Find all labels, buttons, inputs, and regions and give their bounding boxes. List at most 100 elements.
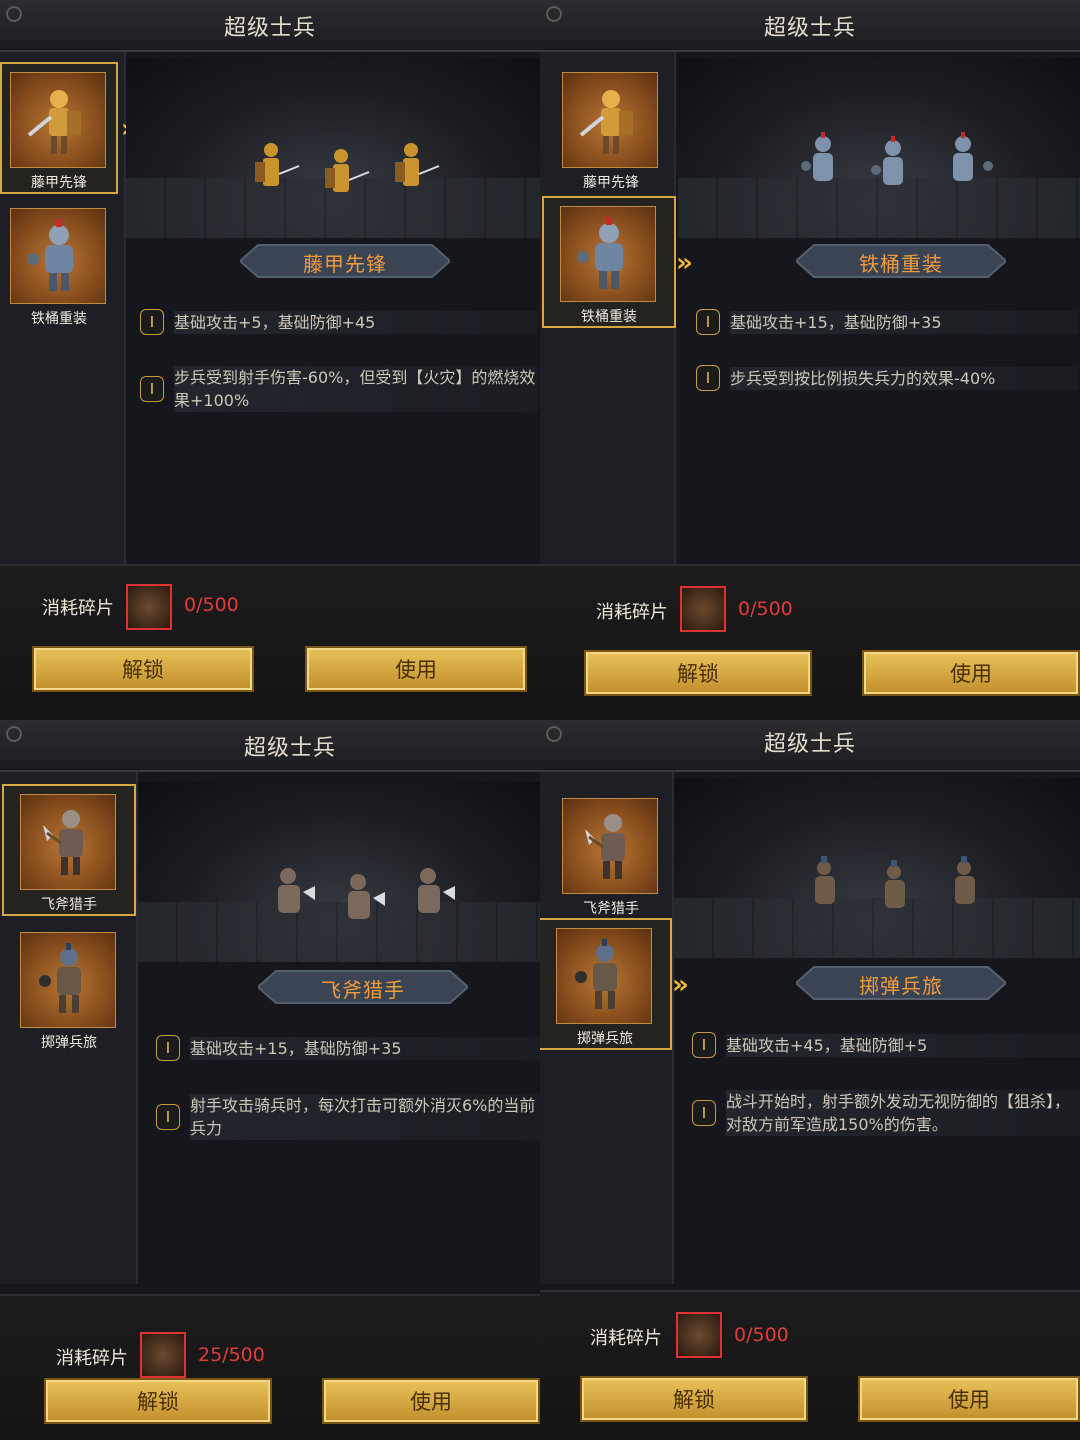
cost-value: 0/500 [734,1324,789,1346]
super-soldier-panel: 超级士兵 飞斧猎手 掷弹兵旅 » 掷弹兵旅 I 基础攻击+45，基础防御+5 I… [540,720,1080,1440]
soldier-formation-image [278,868,455,919]
soldier-formation-image [801,132,993,185]
rattan-armor-vanguard-icon [10,72,106,168]
effect-text: 步兵受到射手伤害-60%，但受到【火灾】的燃烧效果+100% [174,366,538,412]
unit-preview-scene [138,782,540,962]
unlock-bar: 消耗碎片 0/500 解锁 使用 [540,1290,1080,1440]
unit-tile-axe-hunter[interactable]: 飞斧猎手 [554,790,668,918]
effect-text: 基础攻击+15，基础防御+35 [730,311,1078,334]
effect-text: 射手攻击骑兵时，每次打击可额外消灭6%的当前兵力 [190,1094,540,1140]
unlock-bar: 消耗碎片 25/500 解锁 使用 [0,1294,540,1440]
selected-chevron-icon: » [676,248,693,278]
unit-name: 铁桶重装 [859,252,943,276]
unit-label: 掷弹兵旅 [41,1035,97,1051]
effect-row: I 步兵受到按比例损失兵力的效果-40% [696,365,1080,391]
effect-text: 基础攻击+15，基础防御+35 [190,1037,540,1060]
cost-label: 消耗碎片 [56,1348,128,1369]
unit-tile-iron-heavy[interactable]: 铁桶重装 [2,200,116,328]
unit-label: 藤甲先锋 [31,175,87,191]
effect-row: I 基础攻击+15，基础防御+35 [156,1035,540,1061]
unlock-button[interactable]: 解锁 [44,1378,272,1424]
shard-icon [680,586,726,632]
shard-icon [676,1312,722,1358]
soldier-formation-image [255,143,440,192]
cost-value: 25/500 [198,1344,265,1366]
unit-name-banner: 掷弹兵旅 [796,965,1006,1001]
panel-title: 超级士兵 [763,732,856,757]
effect-text: 基础攻击+45，基础防御+5 [726,1034,1080,1057]
effect-row: I 战斗开始时，射手额外发动无视防御的【狙杀】，对敌方前军造成150%的伤害。 [692,1088,1080,1138]
unit-sidebar: 飞斧猎手 掷弹兵旅 [540,772,674,1284]
info-icon: I [140,309,164,335]
panel-title: 超级士兵 [243,736,336,761]
unit-name-banner: 铁桶重装 [796,243,1006,279]
cost-label: 消耗碎片 [596,602,668,623]
unit-label: 铁桶重装 [581,309,637,325]
unit-tile-rattan-vanguard[interactable]: 藤甲先锋 [0,62,118,194]
info-icon: I [156,1035,180,1061]
unit-tile-grenadier[interactable]: 掷弹兵旅 [12,924,126,1052]
effect-row: I 基础攻击+45，基础防御+5 [692,1032,1080,1058]
title-bar: 超级士兵 [0,720,540,772]
unlock-bar: 消耗碎片 0/500 解锁 使用 [0,564,540,720]
shard-icon [126,584,172,630]
soldier-formation-image [815,856,975,908]
flying-axe-hunter-icon [562,798,658,894]
unlock-button[interactable]: 解锁 [580,1376,808,1422]
title-bar: 超级士兵 [0,0,540,52]
unit-preview-scene [126,58,540,238]
info-icon: I [696,309,720,335]
effect-row: I 基础攻击+5，基础防御+45 [140,309,540,335]
iron-bucket-heavy-icon [10,208,106,304]
info-icon: I [140,376,164,402]
effect-row: I 射手攻击骑兵时，每次打击可额外消灭6%的当前兵力 [156,1092,540,1142]
unlock-button[interactable]: 解锁 [32,646,254,692]
cost-value: 0/500 [184,594,239,616]
use-button[interactable]: 使用 [862,650,1080,696]
unit-tile-grenadier[interactable]: 掷弹兵旅 [540,918,672,1050]
unlock-button[interactable]: 解锁 [584,650,812,696]
info-icon: I [156,1104,180,1130]
unit-name: 藤甲先锋 [303,252,387,276]
grenadier-brigade-icon [556,928,652,1024]
info-icon: I [692,1100,716,1126]
grenadier-brigade-icon [20,932,116,1028]
use-button[interactable]: 使用 [322,1378,540,1424]
unit-label: 藤甲先锋 [583,175,639,191]
unit-label: 飞斧猎手 [583,901,639,917]
unlock-bar: 消耗碎片 0/500 解锁 使用 [540,564,1080,720]
cost-label: 消耗碎片 [590,1328,662,1349]
effect-text: 战斗开始时，射手额外发动无视防御的【狙杀】，对敌方前军造成150%的伤害。 [726,1090,1080,1136]
selected-chevron-icon: » [672,970,689,1000]
panel-title: 超级士兵 [223,16,316,41]
super-soldier-panel: 超级士兵 藤甲先锋 铁桶重装 » 铁桶重装 I 基础攻击+15，基础防御+35 … [540,0,1080,720]
unit-sidebar: 飞斧猎手 掷弹兵旅 [0,772,138,1284]
effect-row: I 基础攻击+15，基础防御+35 [696,309,1080,335]
info-icon: I [696,365,720,391]
unit-preview-scene [674,778,1080,958]
effect-row: I 步兵受到射手伤害-60%，但受到【火灾】的燃烧效果+100% [140,364,540,414]
effect-text: 基础攻击+5，基础防御+45 [174,311,538,334]
unit-label: 铁桶重装 [31,311,87,327]
shard-icon [140,1332,186,1378]
unit-tile-axe-hunter[interactable]: 飞斧猎手 [2,784,136,916]
settings-icon[interactable] [6,726,22,742]
unit-name-banner: 藤甲先锋 [240,243,450,279]
use-button[interactable]: 使用 [858,1376,1080,1422]
cost-label: 消耗碎片 [42,598,114,619]
unit-tile-iron-heavy[interactable]: 铁桶重装 [542,196,676,328]
super-soldier-panel: 超级士兵 飞斧猎手 掷弹兵旅 » 飞斧猎手 I 基础攻击+15，基础防御+35 … [0,720,540,1440]
cost-value: 0/500 [738,598,793,620]
flying-axe-hunter-icon [20,794,116,890]
unit-tile-rattan-vanguard[interactable]: 藤甲先锋 [554,64,668,192]
unit-sidebar: 藤甲先锋 铁桶重装 [540,52,676,564]
unit-name: 掷弹兵旅 [859,974,943,998]
unit-preview-scene [678,58,1080,238]
unit-label: 飞斧猎手 [41,897,97,913]
super-soldier-panel: 超级士兵 藤甲先锋 铁桶重装 » 藤甲先锋 I 基础攻击+5，基础防御+45 I… [0,0,540,720]
rattan-armor-vanguard-icon [562,72,658,168]
use-button[interactable]: 使用 [305,646,527,692]
unit-name-banner: 飞斧猎手 [258,969,468,1005]
iron-bucket-heavy-icon [560,206,656,302]
effect-text: 步兵受到按比例损失兵力的效果-40% [730,367,1078,390]
